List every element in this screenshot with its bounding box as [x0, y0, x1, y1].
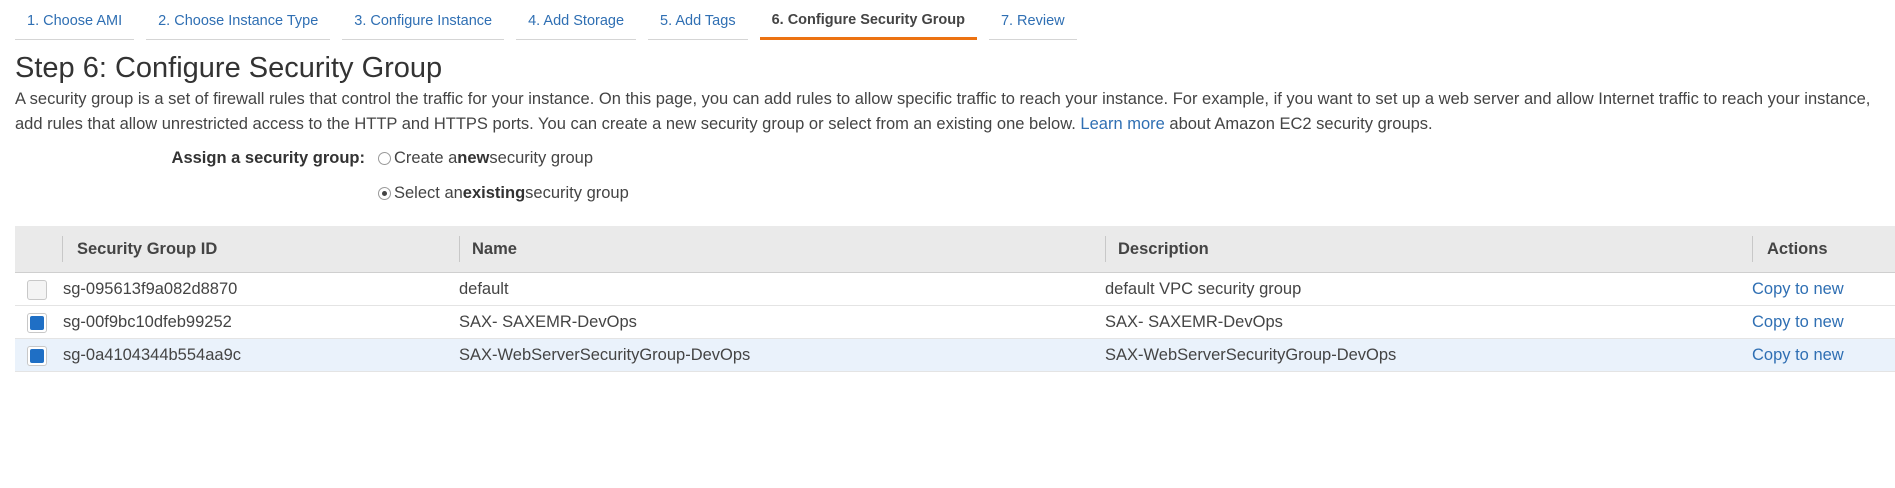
security-group-name: SAX-WebServerSecurityGroup-DevOps	[459, 345, 751, 364]
create-new-radio[interactable]	[378, 152, 391, 165]
select-existing-radio[interactable]	[378, 187, 391, 200]
copy-to-new-link[interactable]: Copy to new	[1752, 313, 1844, 332]
column-divider[interactable]	[1752, 236, 1753, 262]
security-group-id: sg-095613f9a082d8870	[63, 279, 238, 298]
copy-to-new-link[interactable]: Copy to new	[1752, 346, 1844, 365]
table-row[interactable]: sg-00f9bc10dfeb99252 SAX- SAXEMR-DevOps …	[15, 306, 1895, 339]
wizard-tab-configure-security-group[interactable]: 6. Configure Security Group	[759, 2, 977, 40]
select-existing-security-group-option[interactable]: Select an existing security group	[378, 184, 629, 203]
wizard-steps: 1. Choose AMI 2. Choose Instance Type 3.…	[15, 0, 1089, 40]
security-group-name: default	[459, 279, 509, 298]
column-divider[interactable]	[62, 236, 63, 262]
row-checkbox[interactable]	[27, 280, 47, 300]
security-group-id: sg-0a4104344b554aa9c	[63, 345, 241, 364]
wizard-tab-choose-ami[interactable]: 1. Choose AMI	[15, 2, 135, 40]
select-existing-suffix: security group	[525, 184, 629, 202]
create-new-emphasis: new	[457, 149, 490, 167]
row-checkbox[interactable]	[27, 346, 47, 366]
select-existing-prefix: Select an	[394, 184, 463, 202]
security-group-description: SAX-WebServerSecurityGroup-DevOps	[1105, 345, 1397, 364]
table-row[interactable]: sg-095613f9a082d8870 default default VPC…	[15, 273, 1895, 306]
copy-to-new-link[interactable]: Copy to new	[1752, 280, 1844, 299]
security-group-description: SAX- SAXEMR-DevOps	[1105, 312, 1283, 331]
column-header-security-group-id[interactable]: Security Group ID	[77, 226, 217, 272]
security-group-name: SAX- SAXEMR-DevOps	[459, 312, 637, 331]
assign-security-group-label: Assign a security group:	[171, 149, 365, 167]
intro-text-after-link: about Amazon EC2 security groups.	[1169, 115, 1433, 133]
column-header-actions: Actions	[1767, 239, 1828, 258]
row-checkbox[interactable]	[27, 313, 47, 333]
column-header-name[interactable]: Name	[472, 226, 517, 272]
column-divider[interactable]	[459, 236, 460, 262]
table-row[interactable]: sg-0a4104344b554aa9c SAX-WebServerSecuri…	[15, 339, 1895, 372]
intro-description: A security group is a set of firewall ru…	[15, 87, 1875, 137]
security-group-description: default VPC security group	[1105, 279, 1302, 298]
security-groups-table: Security Group ID Name Description Actio…	[15, 226, 1895, 372]
configure-security-group-page: 1. Choose AMI 2. Choose Instance Type 3.…	[0, 0, 1895, 488]
security-group-id: sg-00f9bc10dfeb99252	[63, 312, 232, 331]
column-header-description[interactable]: Description	[1118, 226, 1209, 272]
wizard-tab-configure-instance[interactable]: 3. Configure Instance	[342, 2, 505, 40]
create-new-security-group-option[interactable]: Create a new security group	[378, 149, 593, 168]
column-divider[interactable]	[1105, 236, 1106, 262]
create-new-prefix: Create a	[394, 149, 458, 167]
wizard-tab-add-storage[interactable]: 4. Add Storage	[516, 2, 637, 40]
intro-text: A security group is a set of firewall ru…	[15, 90, 1871, 133]
table-header: Security Group ID Name Description Actio…	[15, 226, 1895, 273]
wizard-tab-review[interactable]: 7. Review	[988, 2, 1077, 40]
wizard-tab-choose-instance-type[interactable]: 2. Choose Instance Type	[146, 2, 331, 40]
page-title: Step 6: Configure Security Group	[15, 52, 443, 84]
select-existing-emphasis: existing	[462, 184, 526, 202]
learn-more-link[interactable]: Learn more	[1080, 115, 1164, 133]
create-new-suffix: security group	[489, 149, 594, 167]
wizard-tab-add-tags[interactable]: 5. Add Tags	[648, 2, 748, 40]
